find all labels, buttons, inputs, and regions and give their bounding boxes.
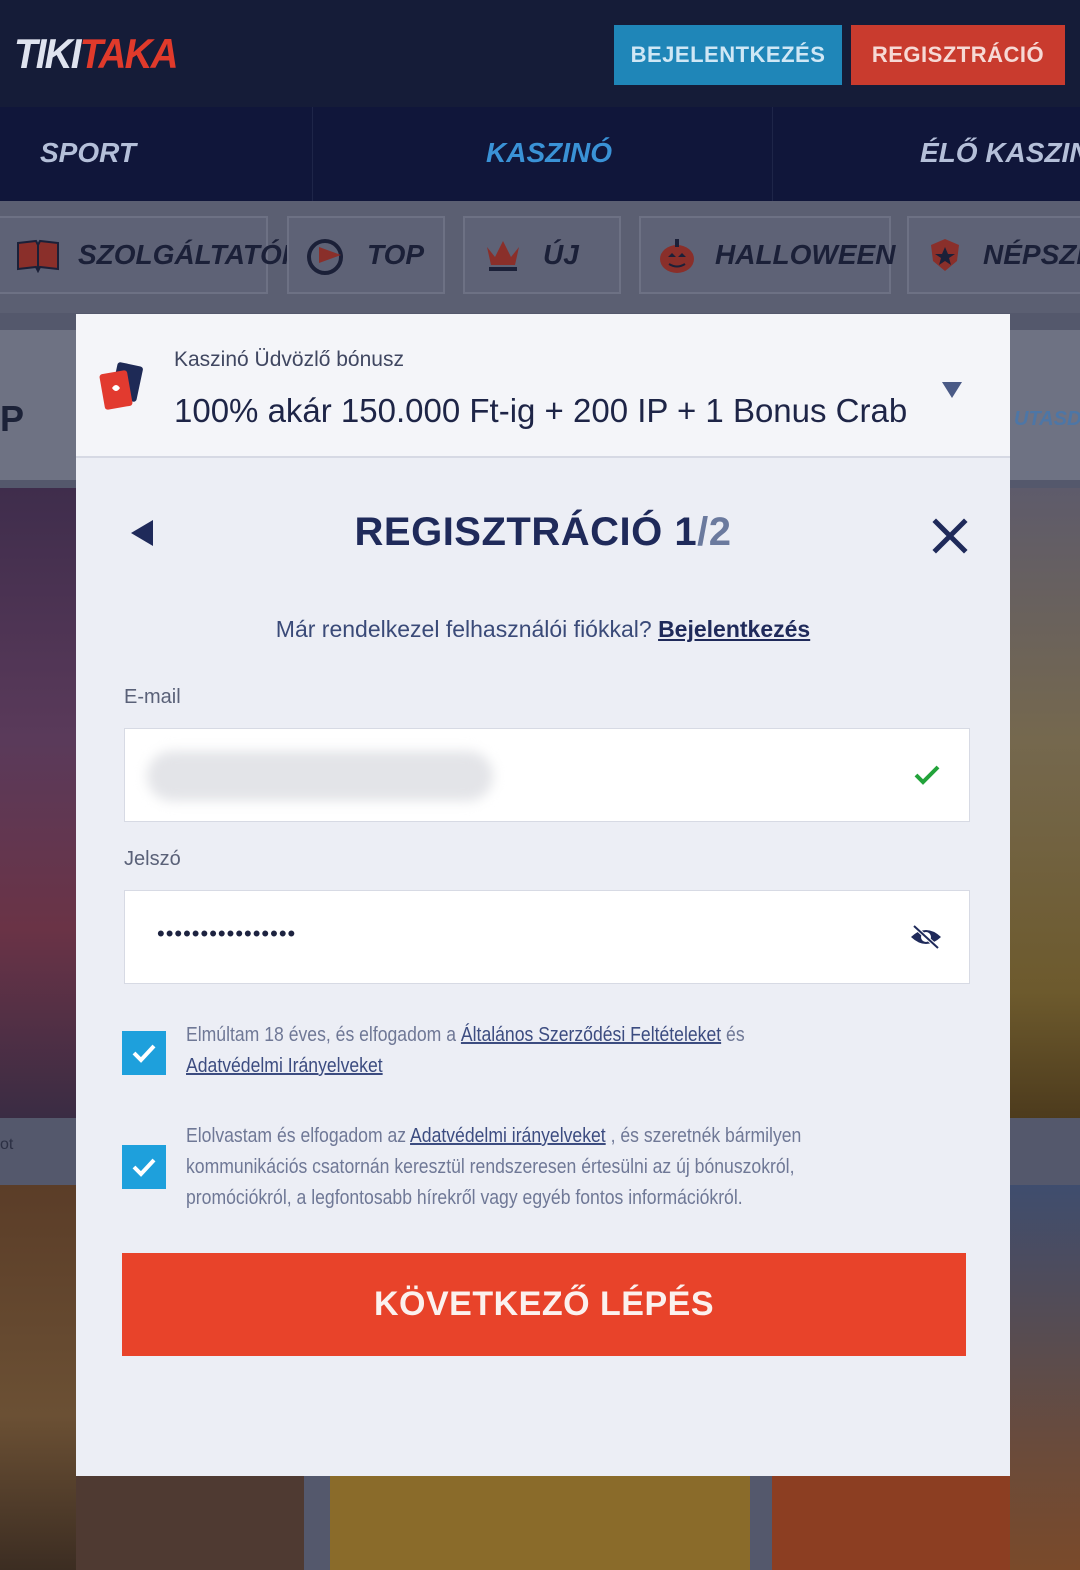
top-header: TIKITAKA BEJELENTKEZÉS REGISZTRÁCIÓ [0, 0, 1080, 107]
nav-divider [772, 107, 773, 201]
next-step-button[interactable]: KÖVETKEZŐ LÉPÉS [122, 1253, 966, 1356]
book-icon [16, 235, 60, 275]
terms-checkbox[interactable] [122, 1031, 166, 1075]
terms-consent-text: Elmúltam 18 éves, és elfogadom a Általán… [186, 1024, 745, 1077]
category-providers[interactable]: SZOLGÁLTATÓK [0, 216, 302, 294]
game-tile[interactable] [330, 1476, 750, 1570]
form-header: REGISZTRÁCIÓ 1/2 [76, 504, 1010, 564]
password-field[interactable]: •••••••••••••••• [124, 890, 970, 984]
privacy-link[interactable]: Adatvédelmi Irányelveket [186, 1055, 383, 1077]
game-tile[interactable] [772, 1476, 1010, 1570]
game-tile[interactable] [1010, 488, 1080, 1118]
category-new[interactable]: ÚJ [463, 216, 621, 294]
category-top[interactable]: TOP [287, 216, 445, 294]
eye-hidden-icon[interactable] [909, 923, 943, 951]
pumpkin-icon [657, 235, 697, 275]
registration-modal: Kaszinó Üdvözlő bónusz 100% akár 150.000… [76, 314, 1010, 1476]
blurred-email-value [147, 751, 493, 801]
terms-link[interactable]: Általános Szerződési Feltételeket [461, 1024, 721, 1046]
tikitaka-logo[interactable]: TIKITAKA [14, 30, 179, 78]
chevron-down-icon[interactable] [940, 380, 964, 400]
crown-icon [481, 235, 525, 275]
game-tile[interactable] [1010, 1185, 1080, 1570]
marketing-checkbox[interactable] [122, 1145, 166, 1189]
main-nav: SPORT KASZINÓ ÉLŐ KASZINÓ [0, 107, 1080, 201]
bonus-title: 100% akár 150.000 Ft-ig + 200 IP + 1 Bon… [174, 392, 908, 429]
nav-item-sport[interactable]: SPORT [40, 137, 136, 169]
game-tile[interactable] [0, 488, 76, 1118]
nav-divider [312, 107, 313, 201]
game-tile[interactable] [76, 1476, 304, 1570]
nav-item-kaszino[interactable]: KASZINÓ [486, 137, 612, 169]
playing-cards-icon [98, 362, 146, 412]
bonus-selector[interactable]: Kaszinó Üdvözlő bónusz 100% akár 150.000… [76, 314, 1010, 458]
section-title-fragment: P [0, 398, 25, 439]
star-badge-icon [925, 235, 965, 275]
header-register-button[interactable]: REGISZTRÁCIÓ [851, 25, 1065, 85]
category-bar: SZOLGÁLTATÓK TOP ÚJ HALLOWEEN NÉPSZE [0, 201, 1080, 313]
email-field[interactable] [124, 728, 970, 822]
nav-item-elo-kaszino[interactable]: ÉLŐ KASZINÓ [920, 137, 1080, 169]
category-halloween[interactable]: HALLOWEEN [639, 216, 895, 294]
flag-icon [305, 235, 349, 275]
game-caption-fragment: ot [0, 1136, 14, 1153]
privacy-policy-link[interactable]: Adatvédelmi irányelveket [410, 1125, 606, 1147]
category-popular[interactable]: NÉPSZE [907, 216, 1080, 294]
section-link-fragment[interactable]: UTASD [1014, 408, 1080, 431]
password-value: •••••••••••••••• [157, 921, 297, 946]
page-title: REGISZTRÁCIÓ 1/2 [354, 510, 732, 554]
bonus-subtitle: Kaszinó Üdvözlő bónusz [174, 348, 404, 371]
checkmark-icon [913, 763, 941, 787]
marketing-consent-text: Elolvastam és elfogadom az Adatvédelmi i… [186, 1125, 802, 1209]
close-icon[interactable] [930, 516, 970, 556]
game-tile[interactable] [0, 1185, 76, 1570]
existing-account-prompt: Már rendelkezel felhasználói fiókkal? Be… [275, 616, 811, 642]
email-label: E-mail [124, 686, 181, 708]
password-label: Jelszó [124, 848, 181, 870]
login-link[interactable]: Bejelentkezés [658, 616, 810, 642]
header-login-button[interactable]: BEJELENTKEZÉS [614, 25, 842, 85]
